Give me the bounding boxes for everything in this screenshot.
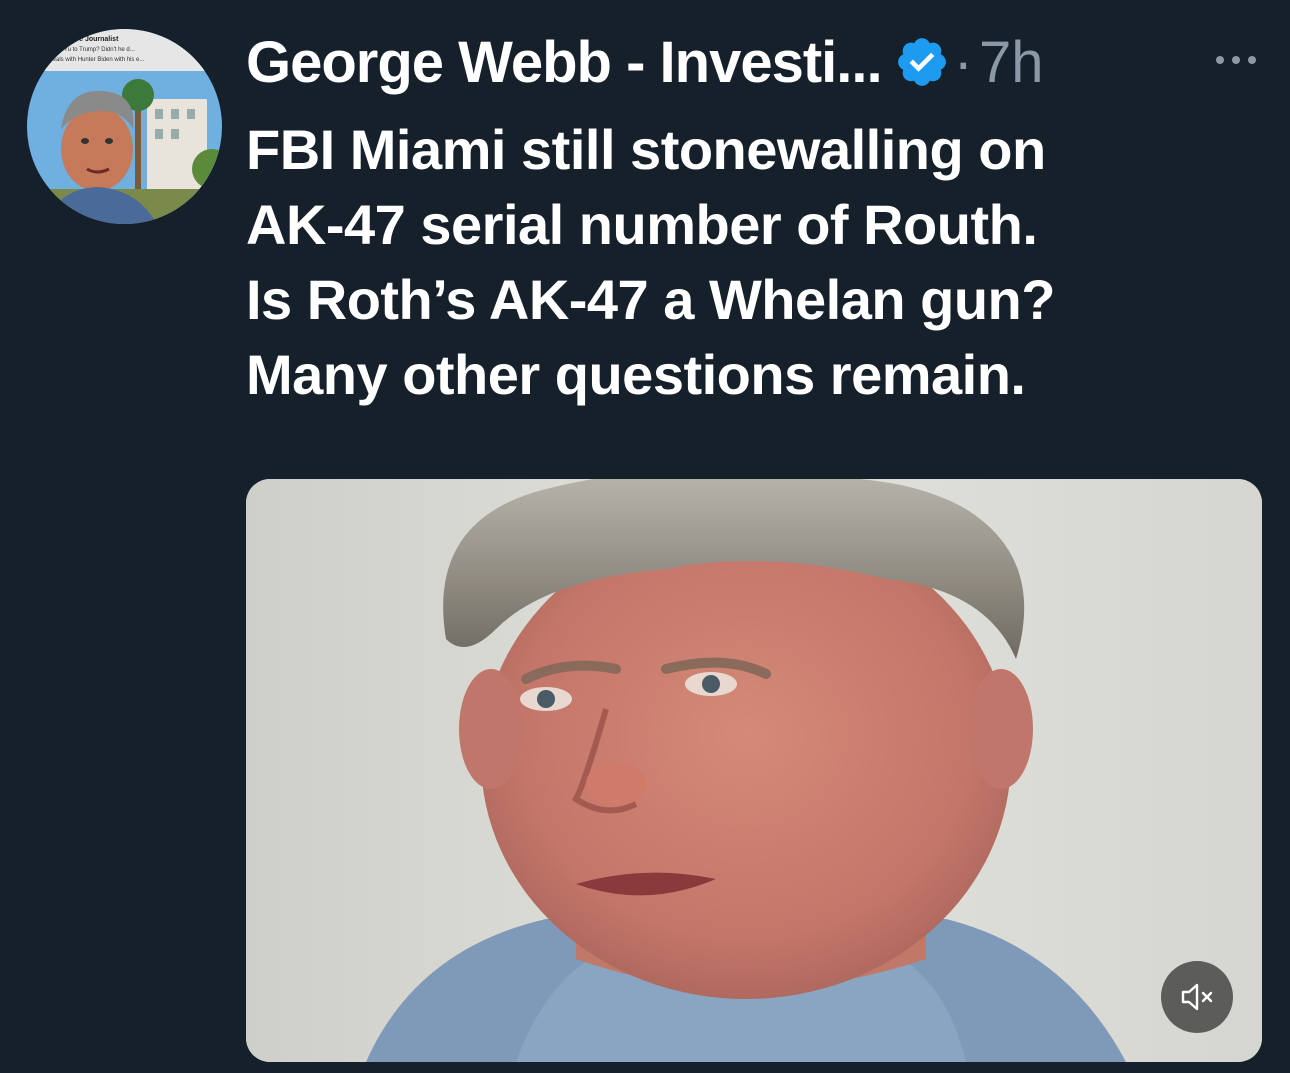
tweet-text: FBI Miami still stonewalling on AK-47 se…	[246, 112, 1266, 412]
header-separator: ·	[953, 29, 973, 95]
avatar-banner-line-2: ...ame of Yu to Trump? Didn't he d...	[39, 47, 135, 53]
tweet-header: George Webb - Investi... · 7h	[246, 22, 1043, 102]
author-display-name[interactable]: George Webb - Investi...	[246, 29, 883, 96]
verified-badge-icon[interactable]	[894, 34, 950, 90]
tweet-text-line: Is Roth’s AK-47 a Whelan gun?	[246, 268, 1055, 331]
tweet-text-line: FBI Miami still stonewalling on	[246, 118, 1046, 181]
speaker-muted-icon	[1181, 983, 1213, 1011]
avatar-banner-line-3: ...ons deals with Hunter Biden with his …	[33, 57, 145, 63]
author-avatar[interactable]: ...igative Journalist ...ame of Yu to Tr…	[27, 29, 222, 224]
tweet-text-line: AK-47 serial number of Routh.	[246, 193, 1038, 256]
tweet-video[interactable]	[246, 479, 1262, 1062]
tweet-timestamp[interactable]: 7h	[979, 29, 1044, 96]
avatar-image: ...igative Journalist ...ame of Yu to Tr…	[27, 29, 222, 224]
more-options-icon[interactable]	[1208, 40, 1264, 80]
video-frame	[246, 479, 1262, 1062]
avatar-banner-line-1: ...igative Journalist	[55, 36, 119, 43]
tweet-card[interactable]: ...igative Journalist ...ame of Yu to Tr…	[0, 0, 1290, 1073]
mute-toggle-button[interactable]	[1161, 961, 1233, 1033]
tweet-text-line: Many other questions remain.	[246, 343, 1026, 406]
